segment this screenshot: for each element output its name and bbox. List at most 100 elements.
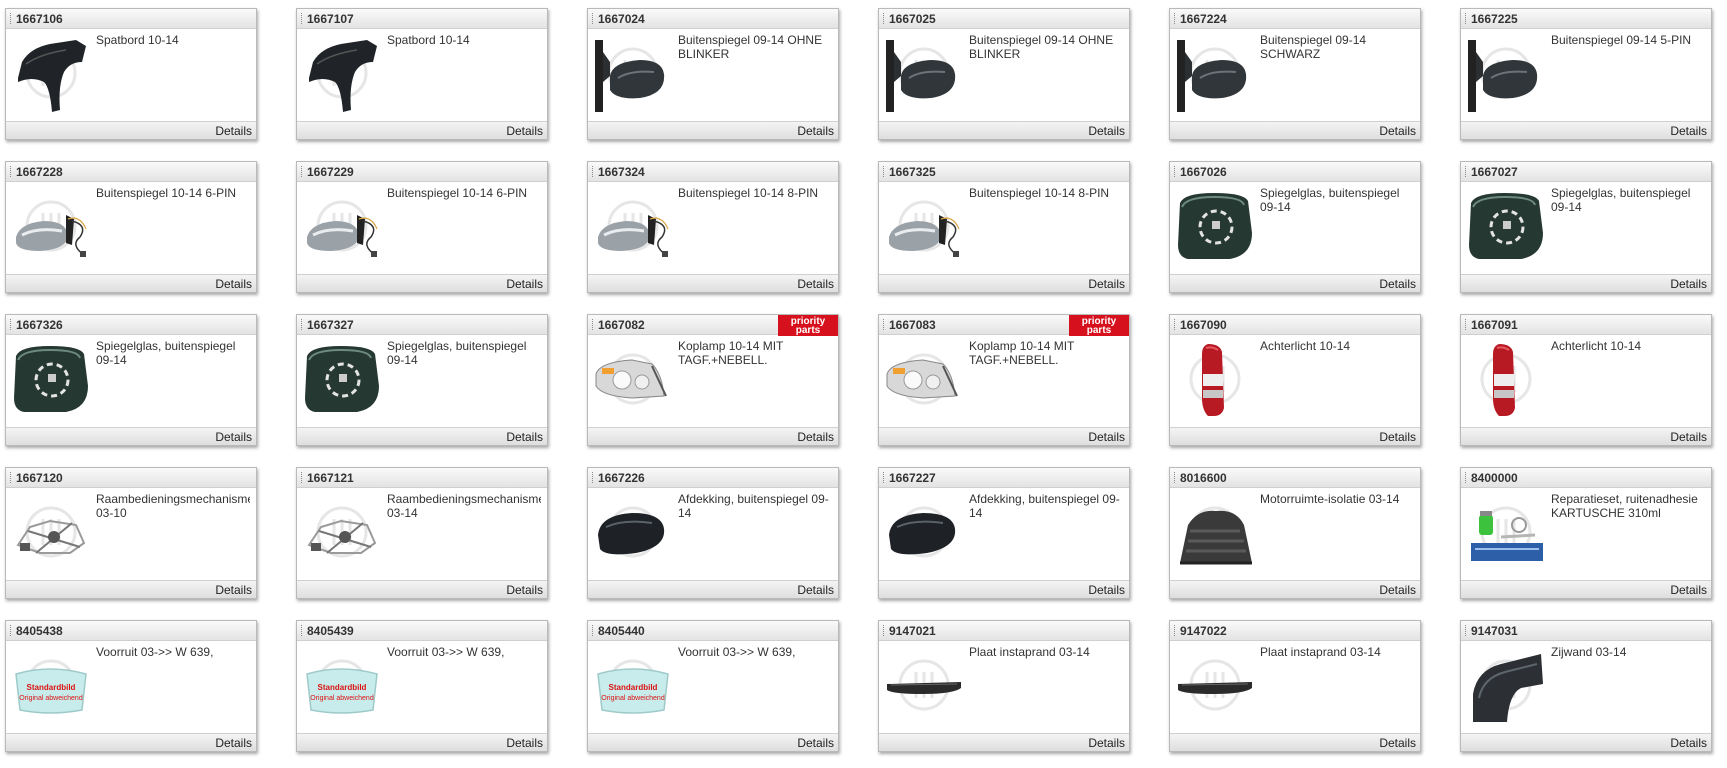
product-image[interactable] [883,644,965,726]
details-link[interactable]: Details [1670,277,1707,291]
product-card[interactable]: 9147021 Plaat instaprand 03-14 Details [878,620,1130,752]
product-image[interactable] [883,491,965,573]
product-card[interactable]: 1667083 Koplamp 10-14 MIT TAGF.+NEBELL. … [878,314,1130,446]
product-image[interactable] [1174,644,1256,726]
details-link[interactable]: Details [215,583,252,597]
product-image[interactable]: Standardbild Original abweichend [10,644,92,726]
details-link[interactable]: Details [506,736,543,750]
product-card[interactable]: 1667326 Spiegelglas, buitenspiegel 09-14… [5,314,257,446]
product-card[interactable]: 8016600 Motorruimte-isolatie 03-14 Detai… [1169,467,1421,599]
details-link[interactable]: Details [1670,583,1707,597]
product-image[interactable] [1465,338,1547,420]
product-card[interactable]: 1667027 Spiegelglas, buitenspiegel 09-14… [1460,161,1712,293]
product-card[interactable]: 1667225 Buitenspiegel 09-14 5-PIN Detail… [1460,8,1712,140]
product-card[interactable]: 1667226 Afdekking, buitenspiegel 09- 14 … [587,467,839,599]
product-card[interactable]: 8400000 Reparatieset, ruitenadhesie KART… [1460,467,1712,599]
details-link[interactable]: Details [1379,736,1416,750]
product-card[interactable]: 1667025 Buitenspiegel 09-14 OHNE BLINKER… [878,8,1130,140]
product-card[interactable]: 1667121 Raambedieningsmechanisme 03-14 D… [296,467,548,599]
grip-icon [1465,166,1468,177]
details-link[interactable]: Details [506,583,543,597]
product-card[interactable]: 1667224 Buitenspiegel 09-14 SCHWARZ Deta… [1169,8,1421,140]
product-image[interactable] [10,185,92,267]
product-image[interactable] [1174,185,1256,267]
product-card[interactable]: 1667228 Buitenspiegel 10-14 6-PIN Detail… [5,161,257,293]
details-link[interactable]: Details [1379,277,1416,291]
product-card[interactable]: 9147022 Plaat instaprand 03-14 Details [1169,620,1421,752]
details-link[interactable]: Details [1088,430,1125,444]
details-link[interactable]: Details [215,277,252,291]
product-image[interactable] [592,491,674,573]
product-card[interactable]: 1667120 Raambedieningsmechanisme 03-10 D… [5,467,257,599]
product-image[interactable] [1174,32,1256,114]
details-link[interactable]: Details [506,124,543,138]
product-card[interactable]: 1667024 Buitenspiegel 09-14 OHNE BLINKER… [587,8,839,140]
product-card[interactable]: 1667327 Spiegelglas, buitenspiegel 09-14… [296,314,548,446]
details-link[interactable]: Details [215,124,252,138]
product-image[interactable] [1174,338,1256,420]
card-footer: Details [1461,733,1711,751]
product-image[interactable] [1465,644,1547,726]
details-link[interactable]: Details [797,124,834,138]
card-footer: Details [6,274,256,292]
details-link[interactable]: Details [1379,583,1416,597]
product-card[interactable]: 1667229 Buitenspiegel 10-14 6-PIN Detail… [296,161,548,293]
product-card[interactable]: 1667091 Achterlicht 10-14 Details [1460,314,1712,446]
product-image[interactable] [1465,491,1547,573]
details-link[interactable]: Details [1379,124,1416,138]
product-card[interactable]: 8405438 Standardbild Original abweichend … [5,620,257,752]
product-description: Plaat instaprand 03-14 [1260,645,1381,659]
product-card[interactable]: 1667227 Afdekking, buitenspiegel 09- 14 … [878,467,1130,599]
product-image[interactable] [301,338,383,420]
details-link[interactable]: Details [1088,736,1125,750]
product-image[interactable] [592,338,674,420]
product-card[interactable]: 1667090 Achterlicht 10-14 Details [1169,314,1421,446]
card-footer: Details [1170,121,1420,139]
card-header: 8405439 [297,621,547,641]
product-image[interactable] [1465,185,1547,267]
product-card[interactable]: 1667082 Koplamp 10-14 MIT TAGF.+NEBELL. … [587,314,839,446]
product-card[interactable]: 1667107 Spatbord 10-14 Details [296,8,548,140]
product-description: Plaat instaprand 03-14 [969,645,1090,659]
details-link[interactable]: Details [506,277,543,291]
details-link[interactable]: Details [797,583,834,597]
product-description: Achterlicht 10-14 [1551,339,1642,353]
product-card[interactable]: 8405439 Standardbild Original abweichend … [296,620,548,752]
product-card[interactable]: 1667106 Spatbord 10-14 Details [5,8,257,140]
product-card[interactable]: 1667026 Spiegelglas, buitenspiegel 09-14… [1169,161,1421,293]
product-image[interactable] [1174,491,1256,573]
details-link[interactable]: Details [1088,277,1125,291]
details-link[interactable]: Details [1088,583,1125,597]
product-card[interactable]: 9147031 Zijwand 03-14 Details [1460,620,1712,752]
details-link[interactable]: Details [797,430,834,444]
product-image[interactable] [10,338,92,420]
details-link[interactable]: Details [1670,124,1707,138]
details-link[interactable]: Details [215,430,252,444]
product-image[interactable] [301,185,383,267]
details-link[interactable]: Details [1088,124,1125,138]
product-image[interactable] [301,491,383,573]
details-link[interactable]: Details [506,430,543,444]
product-description: Spiegelglas, buitenspiegel 09-14 [387,339,527,367]
card-footer: Details [588,733,838,751]
details-link[interactable]: Details [215,736,252,750]
details-link[interactable]: Details [797,277,834,291]
product-image[interactable] [301,32,383,114]
product-image[interactable] [592,185,674,267]
product-card[interactable]: 1667324 Buitenspiegel 10-14 8-PIN Detail… [587,161,839,293]
details-link[interactable]: Details [1379,430,1416,444]
product-card[interactable]: 8405440 Standardbild Original abweichend … [587,620,839,752]
product-image[interactable] [883,338,965,420]
product-image[interactable] [592,32,674,114]
product-image[interactable] [1465,32,1547,114]
product-image[interactable] [10,491,92,573]
details-link[interactable]: Details [1670,430,1707,444]
product-image[interactable] [10,32,92,114]
details-link[interactable]: Details [797,736,834,750]
product-image[interactable] [883,185,965,267]
details-link[interactable]: Details [1670,736,1707,750]
product-card[interactable]: 1667325 Buitenspiegel 10-14 8-PIN Detail… [878,161,1130,293]
product-image[interactable] [883,32,965,114]
product-image[interactable]: Standardbild Original abweichend [301,644,383,726]
product-image[interactable]: Standardbild Original abweichend [592,644,674,726]
